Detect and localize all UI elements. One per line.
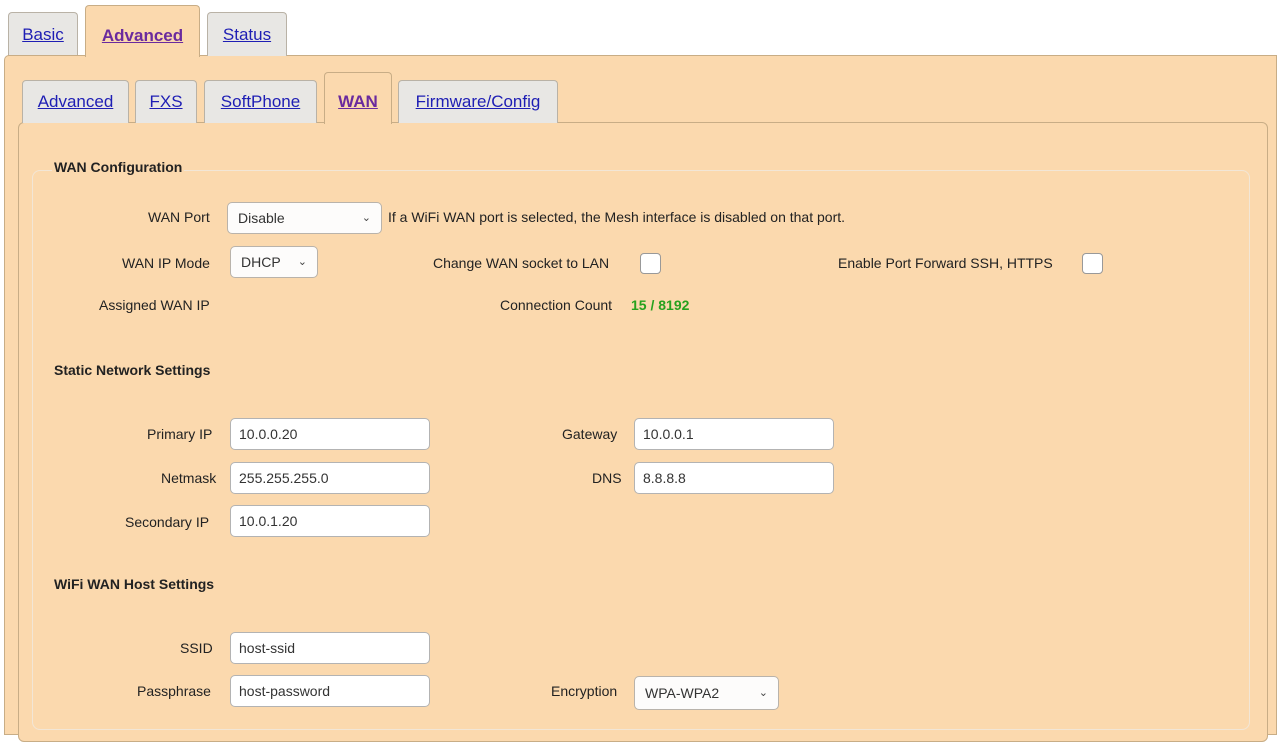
netmask-label: Netmask [161,470,217,486]
change-socket-checkbox[interactable] [640,253,661,274]
wan-ip-mode-label: WAN IP Mode [122,255,210,271]
netmask-input[interactable] [230,462,430,494]
tab-basic[interactable]: Basic [8,12,78,56]
gateway-label: Gateway [562,426,618,442]
passphrase-label: Passphrase [137,683,211,699]
dns-label: DNS [592,470,622,486]
tab-advanced-link[interactable]: Advanced [102,26,183,45]
chevron-down-icon: ⌄ [361,212,371,224]
wan-configuration-title: WAN Configuration [52,159,185,175]
primary-ip-label: Primary IP [147,426,213,442]
change-socket-label: Change WAN socket to LAN [433,255,610,271]
wan-port-select[interactable]: Disable ⌄ [227,202,382,234]
encryption-label: Encryption [551,683,618,699]
wan-port-label: WAN Port [148,209,210,225]
tab-basic-link[interactable]: Basic [22,25,64,44]
port-forward-label: Enable Port Forward SSH, HTTPS [838,255,1053,271]
tab-status-link[interactable]: Status [223,25,271,44]
wifi-wan-host-settings-title: WiFi WAN Host Settings [54,576,215,592]
gateway-input[interactable] [634,418,834,450]
wan-port-note: If a WiFi WAN port is selected, the Mesh… [388,209,846,225]
wan-ip-mode-value: DHCP [241,254,281,270]
subtab-wan[interactable]: WAN [324,72,392,124]
subtab-fxs[interactable]: FXS [135,80,197,123]
ssid-input[interactable] [230,632,430,664]
subtab-advanced-link[interactable]: Advanced [38,92,114,111]
primary-ip-input[interactable] [230,418,430,450]
subtab-firmware-config-link[interactable]: Firmware/Config [416,92,541,111]
subtab-softphone[interactable]: SoftPhone [204,80,317,123]
tab-status[interactable]: Status [207,12,287,56]
tab-advanced[interactable]: Advanced [85,5,200,57]
secondary-ip-label: Secondary IP [125,514,210,530]
port-forward-checkbox[interactable] [1082,253,1103,274]
encryption-select[interactable]: WPA-WPA2 ⌄ [634,676,779,710]
wan-ip-mode-select[interactable]: DHCP ⌄ [230,246,318,278]
subtab-softphone-link[interactable]: SoftPhone [221,92,300,111]
static-network-settings-title: Static Network Settings [54,362,211,378]
encryption-value: WPA-WPA2 [645,685,720,701]
secondary-ip-input[interactable] [230,505,430,537]
chevron-down-icon: ⌄ [758,687,768,699]
connection-count-label: Connection Count [500,297,613,313]
dns-input[interactable] [634,462,834,494]
wan-port-value: Disable [238,210,285,226]
connection-count-value: 15 / 8192 [631,297,690,313]
ssid-label: SSID [180,640,213,656]
passphrase-input[interactable] [230,675,430,707]
subtab-firmware-config[interactable]: Firmware/Config [398,80,558,123]
subtab-advanced[interactable]: Advanced [22,80,129,123]
subtab-wan-link[interactable]: WAN [338,92,378,111]
assigned-wan-ip-label: Assigned WAN IP [99,297,210,313]
subtab-fxs-link[interactable]: FXS [149,92,182,111]
chevron-down-icon: ⌄ [297,256,307,268]
